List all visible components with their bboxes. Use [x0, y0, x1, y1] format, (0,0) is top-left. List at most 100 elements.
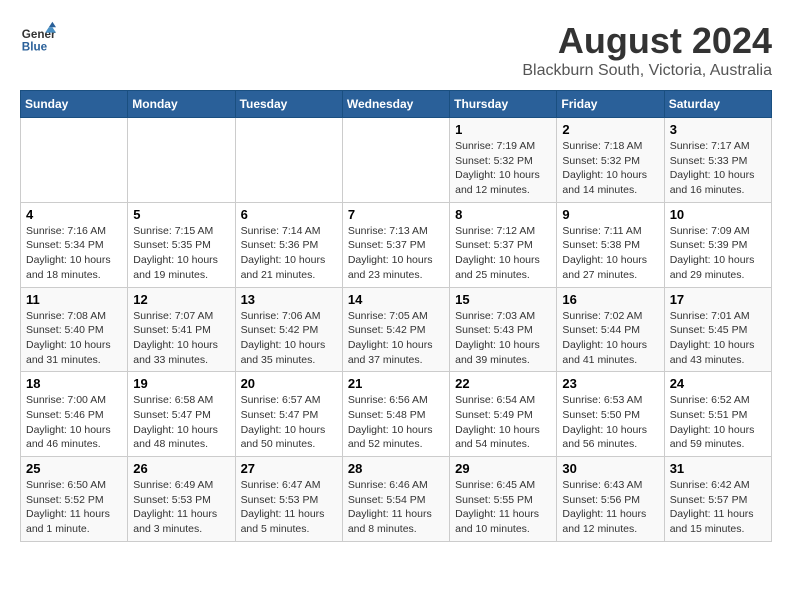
- day-info: Sunrise: 7:08 AM Sunset: 5:40 PM Dayligh…: [26, 309, 122, 368]
- day-number: 16: [562, 292, 658, 307]
- calendar-cell: 13Sunrise: 7:06 AM Sunset: 5:42 PM Dayli…: [235, 287, 342, 372]
- day-info: Sunrise: 7:11 AM Sunset: 5:38 PM Dayligh…: [562, 224, 658, 283]
- logo-icon: General Blue: [20, 20, 56, 56]
- calendar-header: Sunday Monday Tuesday Wednesday Thursday…: [21, 91, 772, 118]
- header-thursday: Thursday: [450, 91, 557, 118]
- day-number: 22: [455, 376, 551, 391]
- calendar-cell: 3Sunrise: 7:17 AM Sunset: 5:33 PM Daylig…: [664, 118, 771, 203]
- calendar-cell: 9Sunrise: 7:11 AM Sunset: 5:38 PM Daylig…: [557, 202, 664, 287]
- day-number: 24: [670, 376, 766, 391]
- calendar-cell: 25 Sunrise: 6:50 AM Sunset: 5:52 PM Dayli…: [21, 457, 128, 542]
- day-info: Sunrise: 6:53 AM Sunset: 5:50 PM Dayligh…: [562, 393, 658, 452]
- calendar-cell: 18Sunrise: 7:00 AM Sunset: 5:46 PM Dayli…: [21, 372, 128, 457]
- day-info: Sunrise: 7:01 AM Sunset: 5:45 PM Dayligh…: [670, 309, 766, 368]
- calendar-week-1: 1 Sunrise: 7:19 AM Sunset: 5:32 PM Daylig…: [21, 118, 772, 203]
- day-info: Sunrise: 6:42 AM Sunset: 5:57 PM Dayligh…: [670, 478, 766, 537]
- day-info: Sunrise: 6:45 AM Sunset: 5:55 PM Dayligh…: [455, 478, 551, 537]
- calendar-cell: [128, 118, 235, 203]
- day-number: 20: [241, 376, 337, 391]
- day-number: 23: [562, 376, 658, 391]
- day-info: Sunrise: 7:18 AM Sunset: 5:32 PM Dayligh…: [562, 139, 658, 198]
- day-number: 3: [670, 122, 766, 137]
- day-info: Sunrise: 6:58 AM Sunset: 5:47 PM Dayligh…: [133, 393, 229, 452]
- day-info: Sunrise: 7:16 AM Sunset: 5:34 PM Dayligh…: [26, 224, 122, 283]
- day-number: 21: [348, 376, 444, 391]
- day-info: Sunrise: 6:50 AM Sunset: 5:52 PM Dayligh…: [26, 478, 122, 537]
- day-info: Sunrise: 6:43 AM Sunset: 5:56 PM Dayligh…: [562, 478, 658, 537]
- calendar-cell: 7 Sunrise: 7:13 AM Sunset: 5:37 PM Daylig…: [342, 202, 449, 287]
- calendar-cell: 22 Sunrise: 6:54 AM Sunset: 5:49 PM Dayli…: [450, 372, 557, 457]
- page-header: General Blue August 2024 Blackburn South…: [20, 20, 772, 80]
- day-info: Sunrise: 7:14 AM Sunset: 5:36 PM Dayligh…: [241, 224, 337, 283]
- calendar-week-5: 25 Sunrise: 6:50 AM Sunset: 5:52 PM Dayli…: [21, 457, 772, 542]
- calendar-cell: 17Sunrise: 7:01 AM Sunset: 5:45 PM Dayli…: [664, 287, 771, 372]
- calendar-cell: 14 Sunrise: 7:05 AM Sunset: 5:42 PM Dayli…: [342, 287, 449, 372]
- day-number: 30: [562, 461, 658, 476]
- day-number: 26: [133, 461, 229, 476]
- calendar-cell: 28Sunrise: 6:46 AM Sunset: 5:54 PM Dayli…: [342, 457, 449, 542]
- day-number: 12: [133, 292, 229, 307]
- day-number: 10: [670, 207, 766, 222]
- day-number: 25: [26, 461, 122, 476]
- header-friday: Friday: [557, 91, 664, 118]
- calendar-cell: 29 Sunrise: 6:45 AM Sunset: 5:55 PM Dayli…: [450, 457, 557, 542]
- day-info: Sunrise: 6:56 AM Sunset: 5:48 PM Dayligh…: [348, 393, 444, 452]
- calendar-cell: 2Sunrise: 7:18 AM Sunset: 5:32 PM Daylig…: [557, 118, 664, 203]
- calendar-cell: 4 Sunrise: 7:16 AM Sunset: 5:34 PM Daylig…: [21, 202, 128, 287]
- day-info: Sunrise: 7:13 AM Sunset: 5:37 PM Dayligh…: [348, 224, 444, 283]
- day-number: 15: [455, 292, 551, 307]
- day-info: Sunrise: 7:06 AM Sunset: 5:42 PM Dayligh…: [241, 309, 337, 368]
- calendar-cell: 5 Sunrise: 7:15 AM Sunset: 5:35 PM Daylig…: [128, 202, 235, 287]
- header-monday: Monday: [128, 91, 235, 118]
- day-info: Sunrise: 7:15 AM Sunset: 5:35 PM Dayligh…: [133, 224, 229, 283]
- calendar-cell: 12 Sunrise: 7:07 AM Sunset: 5:41 PM Dayli…: [128, 287, 235, 372]
- header-saturday: Saturday: [664, 91, 771, 118]
- calendar-cell: 30 Sunrise: 6:43 AM Sunset: 5:56 PM Dayli…: [557, 457, 664, 542]
- day-info: Sunrise: 7:02 AM Sunset: 5:44 PM Dayligh…: [562, 309, 658, 368]
- calendar-cell: 10 Sunrise: 7:09 AM Sunset: 5:39 PM Dayli…: [664, 202, 771, 287]
- main-title: August 2024: [522, 20, 772, 62]
- title-block: August 2024 Blackburn South, Victoria, A…: [522, 20, 772, 80]
- day-info: Sunrise: 7:05 AM Sunset: 5:42 PM Dayligh…: [348, 309, 444, 368]
- calendar-cell: 24 Sunrise: 6:52 AM Sunset: 5:51 PM Dayli…: [664, 372, 771, 457]
- calendar-cell: 19 Sunrise: 6:58 AM Sunset: 5:47 PM Dayli…: [128, 372, 235, 457]
- calendar-cell: 1 Sunrise: 7:19 AM Sunset: 5:32 PM Daylig…: [450, 118, 557, 203]
- logo: General Blue: [20, 20, 56, 56]
- calendar-week-3: 11 Sunrise: 7:08 AM Sunset: 5:40 PM Dayli…: [21, 287, 772, 372]
- day-number: 14: [348, 292, 444, 307]
- day-info: Sunrise: 6:47 AM Sunset: 5:53 PM Dayligh…: [241, 478, 337, 537]
- day-info: Sunrise: 6:49 AM Sunset: 5:53 PM Dayligh…: [133, 478, 229, 537]
- calendar-cell: [235, 118, 342, 203]
- header-tuesday: Tuesday: [235, 91, 342, 118]
- calendar-body: 1 Sunrise: 7:19 AM Sunset: 5:32 PM Daylig…: [21, 118, 772, 542]
- day-info: Sunrise: 7:07 AM Sunset: 5:41 PM Dayligh…: [133, 309, 229, 368]
- day-number: 27: [241, 461, 337, 476]
- day-number: 1: [455, 122, 551, 137]
- day-number: 29: [455, 461, 551, 476]
- day-info: Sunrise: 6:54 AM Sunset: 5:49 PM Dayligh…: [455, 393, 551, 452]
- day-number: 7: [348, 207, 444, 222]
- day-number: 19: [133, 376, 229, 391]
- day-number: 5: [133, 207, 229, 222]
- day-info: Sunrise: 7:19 AM Sunset: 5:32 PM Dayligh…: [455, 139, 551, 198]
- header-row: Sunday Monday Tuesday Wednesday Thursday…: [21, 91, 772, 118]
- day-info: Sunrise: 7:09 AM Sunset: 5:39 PM Dayligh…: [670, 224, 766, 283]
- calendar-cell: 20Sunrise: 6:57 AM Sunset: 5:47 PM Dayli…: [235, 372, 342, 457]
- day-number: 11: [26, 292, 122, 307]
- calendar-cell: 16 Sunrise: 7:02 AM Sunset: 5:44 PM Dayli…: [557, 287, 664, 372]
- day-info: Sunrise: 6:52 AM Sunset: 5:51 PM Dayligh…: [670, 393, 766, 452]
- subtitle: Blackburn South, Victoria, Australia: [522, 62, 772, 80]
- day-info: Sunrise: 7:00 AM Sunset: 5:46 PM Dayligh…: [26, 393, 122, 452]
- calendar-cell: [21, 118, 128, 203]
- calendar-cell: 26 Sunrise: 6:49 AM Sunset: 5:53 PM Dayli…: [128, 457, 235, 542]
- calendar-cell: 27 Sunrise: 6:47 AM Sunset: 5:53 PM Dayli…: [235, 457, 342, 542]
- day-info: Sunrise: 6:46 AM Sunset: 5:54 PM Dayligh…: [348, 478, 444, 537]
- day-number: 4: [26, 207, 122, 222]
- svg-text:Blue: Blue: [22, 41, 48, 54]
- calendar-cell: 31Sunrise: 6:42 AM Sunset: 5:57 PM Dayli…: [664, 457, 771, 542]
- header-sunday: Sunday: [21, 91, 128, 118]
- day-info: Sunrise: 7:03 AM Sunset: 5:43 PM Dayligh…: [455, 309, 551, 368]
- calendar-table: Sunday Monday Tuesday Wednesday Thursday…: [20, 90, 772, 542]
- calendar-cell: 6Sunrise: 7:14 AM Sunset: 5:36 PM Daylig…: [235, 202, 342, 287]
- header-wednesday: Wednesday: [342, 91, 449, 118]
